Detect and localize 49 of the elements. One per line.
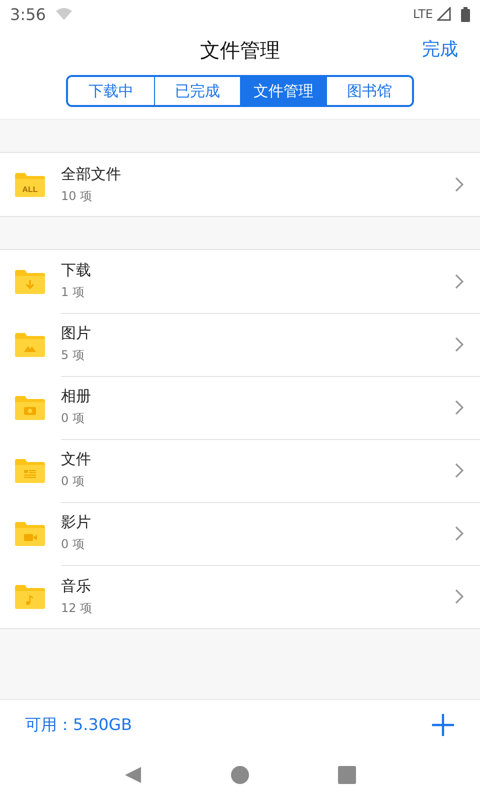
network-label: LTE	[413, 7, 433, 21]
folder-name: 图片	[61, 324, 92, 343]
tab[interactable]: 文件管理	[240, 77, 326, 105]
chevron-right-icon	[455, 400, 464, 414]
item-count: 10 项	[61, 188, 94, 204]
folder-row[interactable]: ALL 全部文件 10 项	[0, 153, 480, 216]
folder-row[interactable]: 影片 0 项	[0, 502, 480, 565]
folder-name: 音乐	[61, 576, 92, 596]
chevron-right-icon	[455, 336, 464, 352]
folder-camera-icon	[15, 396, 45, 420]
folder-name: 影片	[61, 513, 92, 532]
home-icon[interactable]	[230, 766, 249, 784]
folder-name: 下载	[61, 261, 92, 280]
folder-row[interactable]: 图片 5 项	[0, 313, 480, 376]
item-count: 12 项	[61, 600, 94, 616]
folder-row[interactable]: 文件 0 项	[0, 439, 480, 502]
chevron-right-icon	[455, 274, 464, 288]
available-storage: 可用：5.30GB	[25, 714, 132, 736]
chevron-right-icon	[455, 526, 464, 540]
item-count: 1 项	[61, 284, 86, 301]
folder-music-icon	[15, 584, 45, 608]
folder-row[interactable]: 音乐 12 项	[0, 565, 480, 628]
chevron-right-icon	[455, 589, 464, 604]
folder-document-icon	[15, 458, 45, 482]
chevron-right-icon	[455, 177, 464, 192]
folder-name: 全部文件	[61, 164, 122, 184]
wifi-icon	[56, 8, 72, 20]
folder-name: 相册	[61, 387, 92, 406]
folder-image-icon	[15, 332, 45, 356]
signal-icon	[437, 7, 451, 21]
tab[interactable]: 图书馆	[326, 77, 412, 105]
item-count: 5 项	[61, 347, 86, 364]
item-count: 0 项	[61, 410, 86, 427]
back-icon[interactable]	[124, 766, 142, 784]
status-time: 3:56	[10, 4, 46, 24]
chevron-right-icon	[455, 462, 464, 478]
folder-all-icon: ALL	[15, 172, 45, 196]
recents-icon[interactable]	[338, 766, 356, 784]
folder-video-icon	[15, 522, 45, 546]
done-button[interactable]: 完成	[422, 37, 458, 61]
folder-row[interactable]: 下载 1 项	[0, 250, 480, 313]
page-title: 文件管理	[200, 36, 280, 64]
battery-icon	[461, 6, 470, 22]
add-icon[interactable]	[431, 713, 455, 737]
item-count: 0 项	[61, 536, 86, 553]
item-count: 0 项	[61, 473, 86, 490]
folder-name: 文件	[61, 450, 92, 469]
folder-download-icon	[15, 270, 45, 294]
folder-row[interactable]: 相册 0 项	[0, 376, 480, 439]
